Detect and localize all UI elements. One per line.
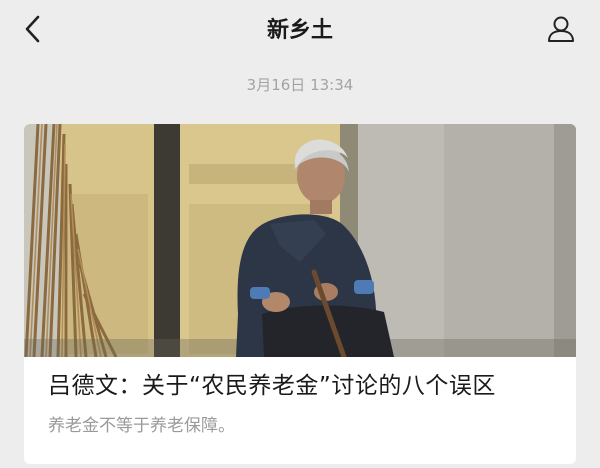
article-subtitle: 养老金不等于养老保障。 xyxy=(48,416,235,436)
article-card[interactable]: 吕德文：关于“农民养老金”讨论的八个误区 养老金不等于养老保障。 xyxy=(24,124,576,464)
profile-button[interactable] xyxy=(544,14,578,48)
top-navigation-bar: 新乡土 xyxy=(0,0,600,62)
page-title: 新乡土 xyxy=(266,18,333,43)
person-outline-icon xyxy=(546,14,576,48)
article-cover-image[interactable] xyxy=(24,124,576,357)
article-title: 吕德文：关于“农民养老金”讨论的八个误区 xyxy=(48,373,496,399)
message-timestamp: 3月16日 13:34 xyxy=(246,76,354,94)
